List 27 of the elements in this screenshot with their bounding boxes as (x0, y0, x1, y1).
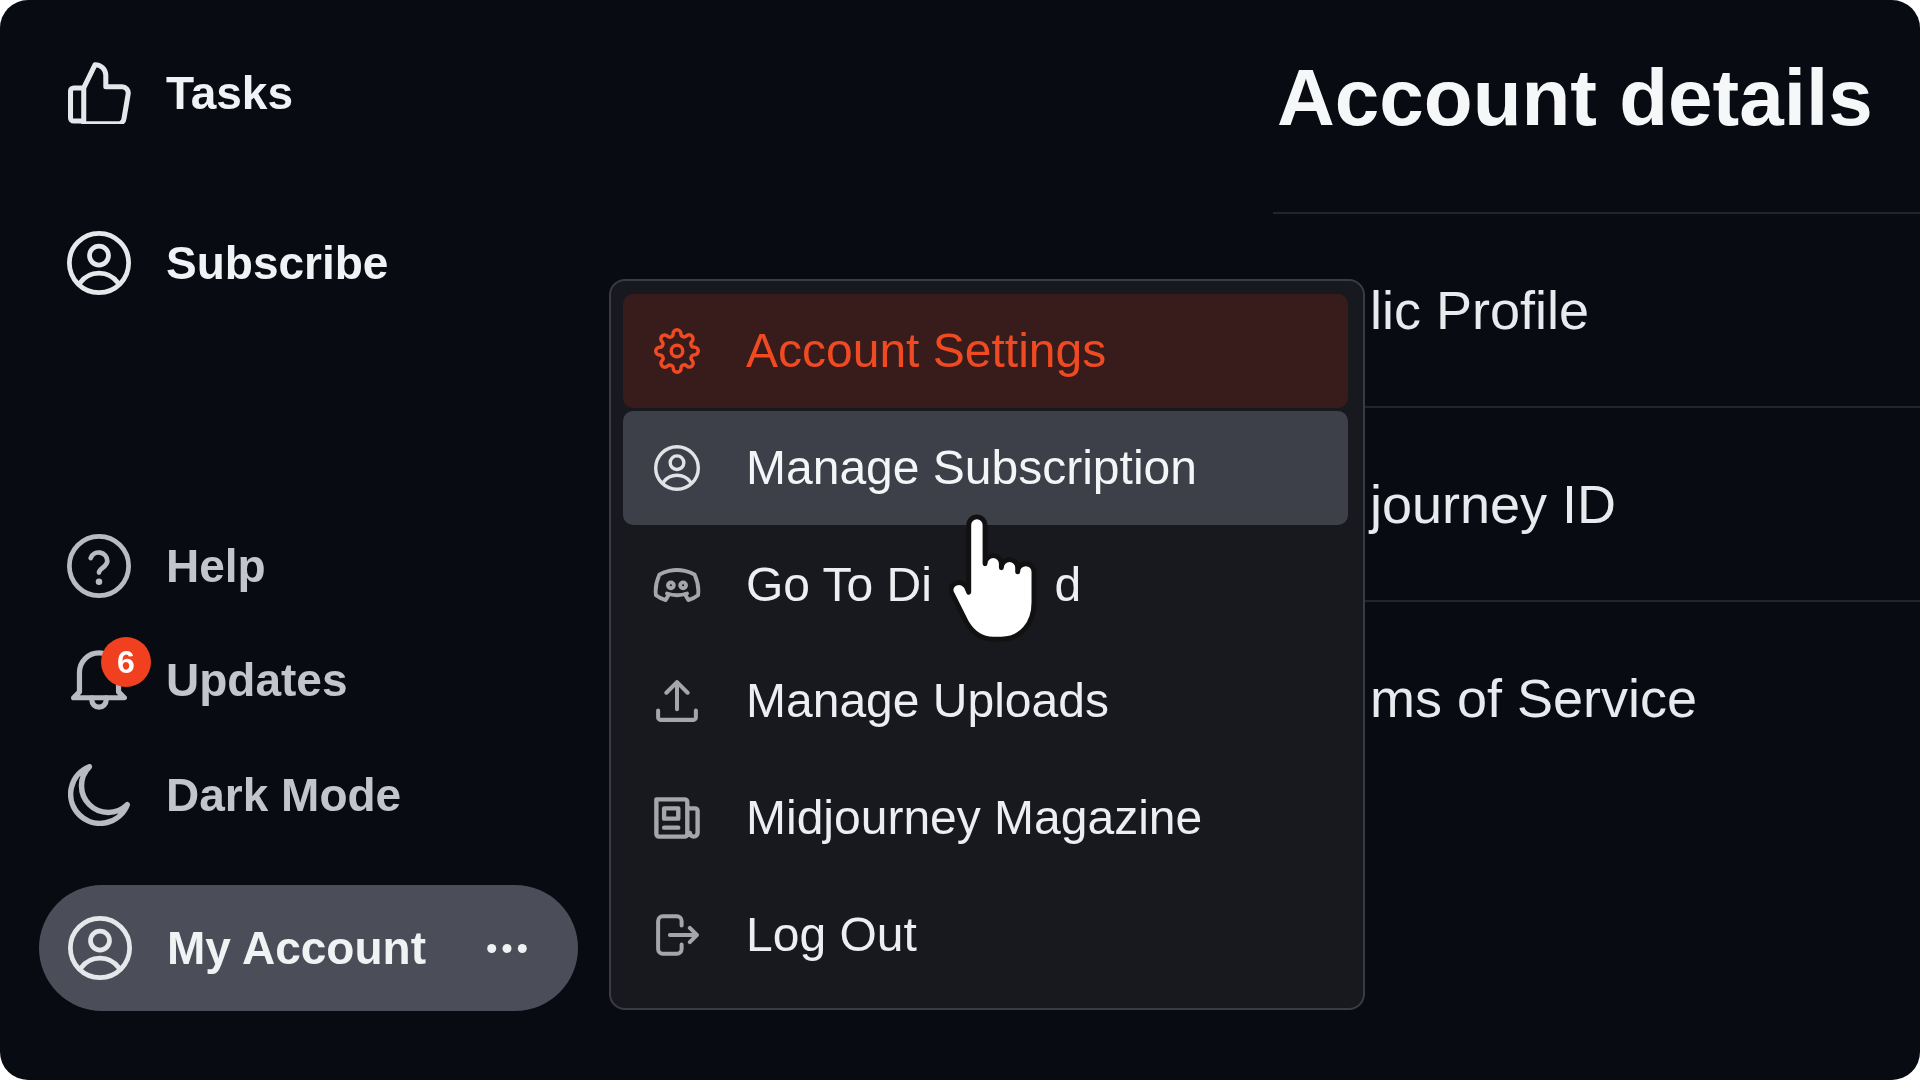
sidebar-item[interactable]: Dark Mode (67, 745, 402, 845)
newspaper-icon (654, 797, 700, 840)
sidebar-item[interactable]: Tasks (67, 43, 294, 143)
account-detail-link[interactable]: lic Profile (1370, 283, 1590, 337)
notification-count: 6 (101, 637, 151, 687)
moon-icon (68, 764, 130, 826)
user-circle-icon (68, 915, 132, 981)
more-icon (487, 943, 527, 953)
menu-item[interactable]: Manage Uploads (623, 644, 1348, 759)
menu-item[interactable]: Midjourney Magazine (623, 761, 1348, 876)
logout-icon (655, 914, 699, 957)
account-menu-button[interactable]: My Account (39, 885, 578, 1011)
menu-item[interactable]: Log Out (623, 878, 1348, 992)
menu-item[interactable]: Account Settings (623, 294, 1348, 408)
account-detail-link[interactable]: ms of Service (1370, 671, 1698, 725)
sidebar-item[interactable]: Help (67, 516, 266, 616)
thumbs-up-icon (67, 62, 131, 124)
user-circle-icon (67, 229, 131, 297)
sidebar-item[interactable]: Subscribe (67, 213, 389, 313)
user-circle-icon (654, 444, 700, 491)
upload-icon (656, 680, 698, 723)
menu-item[interactable]: Go To Di d (623, 527, 1348, 642)
page-title: Account details (1277, 58, 1874, 138)
sidebar-item[interactable]: 6 Updates (67, 630, 348, 730)
settings-icon (654, 327, 700, 374)
menu-item[interactable]: Manage Subscription (623, 410, 1348, 525)
help-icon (67, 532, 131, 600)
